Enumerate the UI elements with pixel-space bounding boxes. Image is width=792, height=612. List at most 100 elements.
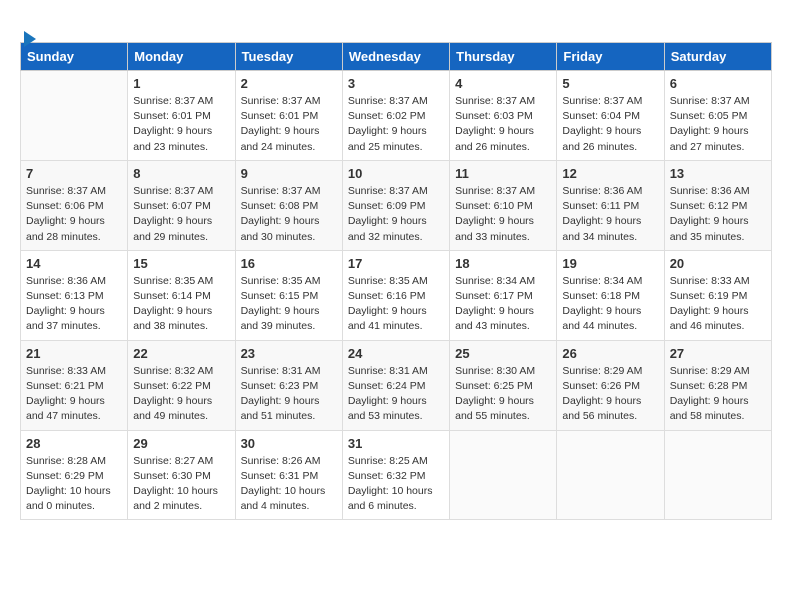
day-info: Sunrise: 8:32 AMSunset: 6:22 PMDaylight:… [133,364,229,425]
day-info: Sunrise: 8:29 AMSunset: 6:26 PMDaylight:… [562,364,658,425]
calendar-cell: 15 Sunrise: 8:35 AMSunset: 6:14 PMDayligh… [128,250,235,340]
calendar-cell: 4 Sunrise: 8:37 AMSunset: 6:03 PMDaylight… [450,71,557,161]
day-number: 30 [241,436,337,451]
calendar-cell: 6Sunrise: 8:37 AMSunset: 6:05 PMDaylight… [664,71,771,161]
day-info: Sunrise: 8:37 AMSunset: 6:01 PMDaylight:… [133,94,229,155]
day-info: Sunrise: 8:33 AMSunset: 6:21 PMDaylight:… [26,364,122,425]
calendar-cell: 10 Sunrise: 8:37 AMSunset: 6:09 PMDayligh… [342,160,449,250]
day-number: 3 [348,76,444,91]
calendar-cell: 8 Sunrise: 8:37 AMSunset: 6:07 PMDaylight… [128,160,235,250]
day-info: Sunrise: 8:31 AMSunset: 6:24 PMDaylight:… [348,364,444,425]
calendar-cell [664,430,771,520]
calendar-cell: 29Sunrise: 8:27 AMSunset: 6:30 PMDayligh… [128,430,235,520]
weekday-header-wednesday: Wednesday [342,43,449,71]
day-number: 15 [133,256,229,271]
day-number: 16 [241,256,337,271]
calendar-cell: 1 Sunrise: 8:37 AMSunset: 6:01 PMDaylight… [128,71,235,161]
day-number: 22 [133,346,229,361]
day-info: Sunrise: 8:31 AMSunset: 6:23 PMDaylight:… [241,364,337,425]
calendar-week-row: 14Sunrise: 8:36 AMSunset: 6:13 PMDayligh… [21,250,772,340]
day-number: 4 [455,76,551,91]
calendar-cell [21,71,128,161]
calendar-cell: 27 Sunrise: 8:29 AMSunset: 6:28 PMDayligh… [664,340,771,430]
calendar-cell: 22 Sunrise: 8:32 AMSunset: 6:22 PMDayligh… [128,340,235,430]
day-info: Sunrise: 8:34 AMSunset: 6:18 PMDaylight:… [562,274,658,335]
weekday-header-friday: Friday [557,43,664,71]
day-info: Sunrise: 8:37 AMSunset: 6:03 PMDaylight:… [455,94,551,155]
calendar-cell: 11 Sunrise: 8:37 AMSunset: 6:10 PMDayligh… [450,160,557,250]
calendar-cell: 16 Sunrise: 8:35 AMSunset: 6:15 PMDayligh… [235,250,342,340]
day-number: 23 [241,346,337,361]
weekday-header-sunday: Sunday [21,43,128,71]
day-info: Sunrise: 8:37 AMSunset: 6:01 PMDaylight:… [241,94,337,155]
day-info: Sunrise: 8:28 AMSunset: 6:29 PMDaylight:… [26,454,122,515]
day-info: Sunrise: 8:30 AMSunset: 6:25 PMDaylight:… [455,364,551,425]
calendar-week-row: 21Sunrise: 8:33 AMSunset: 6:21 PMDayligh… [21,340,772,430]
day-number: 1 [133,76,229,91]
day-number: 9 [241,166,337,181]
day-number: 10 [348,166,444,181]
day-number: 25 [455,346,551,361]
day-info: Sunrise: 8:37 AMSunset: 6:04 PMDaylight:… [562,94,658,155]
calendar-cell: 24 Sunrise: 8:31 AMSunset: 6:24 PMDayligh… [342,340,449,430]
day-number: 28 [26,436,122,451]
calendar-table: SundayMondayTuesdayWednesdayThursdayFrid… [20,42,772,520]
calendar-week-row: 7Sunrise: 8:37 AMSunset: 6:06 PMDaylight… [21,160,772,250]
day-info: Sunrise: 8:35 AMSunset: 6:14 PMDaylight:… [133,274,229,335]
day-number: 20 [670,256,766,271]
day-info: Sunrise: 8:37 AMSunset: 6:08 PMDaylight:… [241,184,337,245]
day-info: Sunrise: 8:37 AMSunset: 6:07 PMDaylight:… [133,184,229,245]
day-number: 8 [133,166,229,181]
day-info: Sunrise: 8:36 AMSunset: 6:13 PMDaylight:… [26,274,122,335]
calendar-cell: 25 Sunrise: 8:30 AMSunset: 6:25 PMDayligh… [450,340,557,430]
day-info: Sunrise: 8:27 AMSunset: 6:30 PMDaylight:… [133,454,229,515]
day-number: 11 [455,166,551,181]
calendar-cell: 20 Sunrise: 8:33 AMSunset: 6:19 PMDayligh… [664,250,771,340]
day-number: 12 [562,166,658,181]
day-info: Sunrise: 8:29 AMSunset: 6:28 PMDaylight:… [670,364,766,425]
day-number: 5 [562,76,658,91]
day-info: Sunrise: 8:37 AMSunset: 6:09 PMDaylight:… [348,184,444,245]
weekday-header-row: SundayMondayTuesdayWednesdayThursdayFrid… [21,43,772,71]
day-info: Sunrise: 8:33 AMSunset: 6:19 PMDaylight:… [670,274,766,335]
day-info: Sunrise: 8:37 AMSunset: 6:02 PMDaylight:… [348,94,444,155]
day-number: 6 [670,76,766,91]
day-number: 13 [670,166,766,181]
calendar-cell: 3 Sunrise: 8:37 AMSunset: 6:02 PMDaylight… [342,71,449,161]
calendar-cell: 28 Sunrise: 8:28 AMSunset: 6:29 PMDayligh… [21,430,128,520]
calendar-cell: 19 Sunrise: 8:34 AMSunset: 6:18 PMDayligh… [557,250,664,340]
calendar-cell: 7Sunrise: 8:37 AMSunset: 6:06 PMDaylight… [21,160,128,250]
day-number: 18 [455,256,551,271]
day-info: Sunrise: 8:35 AMSunset: 6:15 PMDaylight:… [241,274,337,335]
day-number: 27 [670,346,766,361]
day-number: 19 [562,256,658,271]
logo [20,16,110,32]
weekday-header-monday: Monday [128,43,235,71]
weekday-header-saturday: Saturday [664,43,771,71]
page-container: SundayMondayTuesdayWednesdayThursdayFrid… [0,0,792,530]
calendar-cell: 23 Sunrise: 8:31 AMSunset: 6:23 PMDayligh… [235,340,342,430]
day-info: Sunrise: 8:36 AMSunset: 6:12 PMDaylight:… [670,184,766,245]
calendar-cell: 2 Sunrise: 8:37 AMSunset: 6:01 PMDaylight… [235,71,342,161]
page-header [20,16,772,32]
calendar-cell: 30Sunrise: 8:26 AMSunset: 6:31 PMDayligh… [235,430,342,520]
day-number: 2 [241,76,337,91]
calendar-cell: 5 Sunrise: 8:37 AMSunset: 6:04 PMDaylight… [557,71,664,161]
calendar-cell: 21Sunrise: 8:33 AMSunset: 6:21 PMDayligh… [21,340,128,430]
calendar-cell [450,430,557,520]
day-number: 26 [562,346,658,361]
day-number: 24 [348,346,444,361]
day-info: Sunrise: 8:35 AMSunset: 6:16 PMDaylight:… [348,274,444,335]
calendar-cell: 18Sunrise: 8:34 AMSunset: 6:17 PMDayligh… [450,250,557,340]
weekday-header-tuesday: Tuesday [235,43,342,71]
calendar-cell: 31 Sunrise: 8:25 AMSunset: 6:32 PMDayligh… [342,430,449,520]
weekday-header-thursday: Thursday [450,43,557,71]
calendar-week-row: 28 Sunrise: 8:28 AMSunset: 6:29 PMDayligh… [21,430,772,520]
calendar-cell: 17 Sunrise: 8:35 AMSunset: 6:16 PMDayligh… [342,250,449,340]
day-number: 17 [348,256,444,271]
day-info: Sunrise: 8:25 AMSunset: 6:32 PMDaylight:… [348,454,444,515]
day-info: Sunrise: 8:37 AMSunset: 6:10 PMDaylight:… [455,184,551,245]
logo-arrow-icon [24,31,36,47]
day-number: 31 [348,436,444,451]
day-number: 7 [26,166,122,181]
